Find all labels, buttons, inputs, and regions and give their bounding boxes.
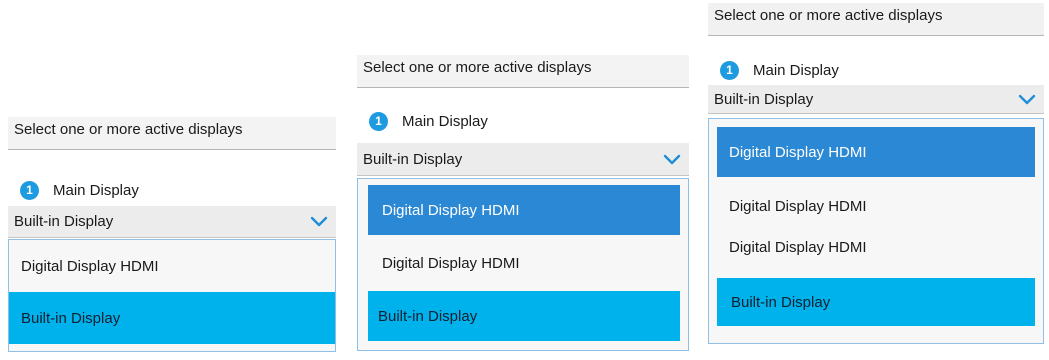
- number-badge-icon: 1: [369, 111, 388, 131]
- chevron-down-icon[interactable]: [1018, 93, 1036, 105]
- dropdown-option-highlighted[interactable]: Digital Display HDMI: [368, 185, 680, 235]
- number-badge-icon: 1: [720, 60, 739, 80]
- dropdown-option[interactable]: Digital Display HDMI: [709, 184, 1043, 228]
- select-value: Built-in Display: [714, 90, 814, 108]
- main-display-row: 1 Main Display: [357, 106, 689, 136]
- dropdown-option-selected[interactable]: Built-in Display: [717, 278, 1035, 326]
- display-selector-panel-2: Select one or more active displays 1 Mai…: [357, 55, 689, 351]
- display-select[interactable]: Built-in Display: [708, 85, 1044, 114]
- main-display-row: 1 Main Display: [708, 55, 1044, 85]
- display-selector-panel-1: Select one or more active displays 1 Mai…: [8, 117, 336, 352]
- panel-header: Select one or more active displays: [708, 3, 1044, 36]
- dropdown-option[interactable]: Digital Display HDMI: [709, 228, 1043, 266]
- number-badge-icon: 1: [20, 180, 39, 200]
- display-selector-panel-3: Select one or more active displays 1 Mai…: [708, 3, 1044, 344]
- dropdown-option-selected[interactable]: Built-in Display: [368, 291, 680, 341]
- main-display-row: 1 Main Display: [8, 175, 336, 205]
- dropdown-option[interactable]: Digital Display HDMI: [358, 235, 688, 291]
- display-select[interactable]: Built-in Display: [8, 206, 336, 238]
- dropdown-list: Digital Display HDMI Built-in Display: [8, 239, 336, 352]
- panel-header: Select one or more active displays: [8, 117, 336, 150]
- dropdown-option-selected[interactable]: Built-in Display: [9, 292, 335, 344]
- chevron-down-icon[interactable]: [310, 216, 328, 228]
- main-display-label: Main Display: [402, 112, 488, 130]
- panel-header: Select one or more active displays: [357, 55, 689, 88]
- main-display-label: Main Display: [753, 61, 839, 79]
- display-select[interactable]: Built-in Display: [357, 143, 689, 176]
- dropdown-option[interactable]: Digital Display HDMI: [9, 240, 335, 292]
- select-value: Built-in Display: [363, 150, 463, 168]
- main-display-label: Main Display: [53, 181, 139, 199]
- dropdown-list: Digital Display HDMI Digital Display HDM…: [357, 178, 689, 351]
- dropdown-list: Digital Display HDMI Digital Display HDM…: [708, 118, 1044, 344]
- chevron-down-icon[interactable]: [663, 153, 681, 165]
- select-value: Built-in Display: [14, 213, 114, 230]
- dropdown-option-highlighted[interactable]: Digital Display HDMI: [717, 127, 1035, 177]
